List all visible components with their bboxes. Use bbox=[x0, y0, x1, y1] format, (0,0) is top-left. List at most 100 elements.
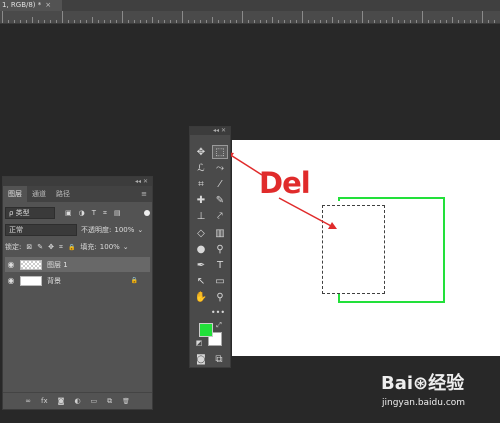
crop-tool-icon[interactable]: ⌗ bbox=[193, 177, 209, 191]
ruler-tick bbox=[218, 20, 219, 23]
stamp-tool-icon[interactable]: ⊥ bbox=[193, 210, 209, 224]
new-layer-icon[interactable]: ⧉ bbox=[107, 397, 112, 406]
move-tool-icon[interactable]: ✥ bbox=[193, 145, 209, 159]
ruler-tick bbox=[110, 20, 111, 23]
panel-menu-icon[interactable]: ≡ bbox=[136, 186, 152, 202]
ruler-tick bbox=[32, 17, 33, 23]
blur-tool-icon[interactable]: ● bbox=[193, 242, 209, 256]
zoom-tool-icon[interactable]: ⚲ bbox=[212, 291, 228, 305]
link-layers-icon[interactable]: ∞ bbox=[25, 397, 31, 405]
selection-marquee[interactable] bbox=[322, 205, 385, 294]
layer-name[interactable]: 图层 1 bbox=[47, 260, 68, 270]
marquee-tool-icon[interactable]: ⬚ bbox=[212, 145, 228, 159]
ruler-tick bbox=[80, 20, 81, 23]
lock-label: 锁定: bbox=[5, 243, 22, 251]
eraser-tool-icon[interactable]: ◇ bbox=[193, 226, 209, 240]
ruler-tick bbox=[410, 20, 411, 23]
ruler-tick bbox=[350, 20, 351, 23]
shape-tool-icon[interactable]: ▭ bbox=[212, 275, 228, 289]
layers-panel: ◂◂ ✕ 图层 通道 路径 ≡ ρ 类型 ▣ ◑ T ⌗ ▤ 正常 不透明度: … bbox=[2, 176, 153, 410]
lock-image-icon[interactable]: ✎ bbox=[37, 243, 43, 251]
new-group-icon[interactable]: ▭ bbox=[91, 397, 98, 405]
ruler-tick bbox=[122, 11, 123, 23]
ruler-tick bbox=[200, 20, 201, 23]
lock-position-icon[interactable]: ✥ bbox=[48, 243, 54, 251]
lasso-tool-icon[interactable]: ℒ bbox=[193, 161, 209, 175]
horizontal-ruler bbox=[0, 11, 500, 24]
fill-value[interactable]: 100% bbox=[100, 243, 120, 251]
adjustment-layer-icon[interactable]: ◐ bbox=[74, 397, 80, 405]
ruler-tick bbox=[488, 20, 489, 23]
tab-paths[interactable]: 路径 bbox=[51, 186, 75, 202]
del-key-annotation: Del bbox=[259, 166, 311, 200]
ruler-tick bbox=[404, 20, 405, 23]
ruler-tick bbox=[38, 20, 39, 23]
screen-mode-icon[interactable]: ⧉ bbox=[211, 352, 227, 366]
visibility-eye-icon[interactable]: ◉ bbox=[5, 276, 17, 285]
layer-name[interactable]: 背景 bbox=[47, 276, 61, 286]
history-brush-tool-icon[interactable]: ⤤ bbox=[212, 210, 228, 224]
ruler-tick bbox=[104, 20, 105, 23]
visibility-eye-icon[interactable]: ◉ bbox=[5, 260, 17, 269]
filter-shape-icon[interactable]: ⌗ bbox=[103, 209, 107, 218]
ruler-tick bbox=[476, 20, 477, 23]
layer-row[interactable]: ◉ 图层 1 bbox=[5, 257, 150, 272]
opacity-dropdown-icon[interactable]: ⌄ bbox=[137, 226, 143, 234]
layer-row[interactable]: ◉ 背景 🔒 bbox=[5, 273, 150, 288]
path-select-tool-icon[interactable]: ↖ bbox=[193, 275, 209, 289]
layer-thumbnail bbox=[20, 259, 42, 270]
more-tools-icon[interactable]: ••• bbox=[210, 305, 226, 319]
hand-tool-icon[interactable]: ✋ bbox=[193, 291, 209, 305]
ruler-tick bbox=[446, 20, 447, 23]
lock-all-icon[interactable]: 🔒 bbox=[68, 244, 75, 251]
foreground-color-swatch[interactable] bbox=[199, 323, 213, 337]
delete-layer-icon[interactable]: 🗑 bbox=[122, 398, 130, 405]
ruler-tick bbox=[434, 20, 435, 23]
quick-select-tool-icon[interactable]: ⤳ bbox=[212, 161, 228, 175]
add-mask-icon[interactable]: ◙ bbox=[58, 397, 65, 405]
fill-dropdown-icon[interactable]: ⌄ bbox=[123, 243, 129, 251]
filter-smart-object-icon[interactable]: ▤ bbox=[114, 209, 121, 217]
lock-artboard-icon[interactable]: ⌗ bbox=[59, 243, 63, 252]
blend-mode-select[interactable]: 正常 bbox=[5, 224, 77, 236]
watermark-url: jingyan.baidu.com bbox=[382, 398, 466, 408]
ruler-tick bbox=[368, 20, 369, 23]
filter-type-icon[interactable]: T bbox=[92, 209, 96, 217]
ruler-tick bbox=[494, 20, 495, 23]
baidu-jingyan-logo: Bai⊛经验 bbox=[381, 373, 465, 394]
filter-pixel-icon[interactable]: ▣ bbox=[65, 209, 72, 217]
ruler-tick bbox=[206, 20, 207, 23]
ruler-tick bbox=[356, 20, 357, 23]
lock-fill-row: 锁定: ⊠ ✎ ✥ ⌗ 🔒 填充: 100% ⌄ bbox=[5, 240, 150, 254]
tab-layers[interactable]: 图层 bbox=[3, 186, 27, 202]
healing-tool-icon[interactable]: ✚ bbox=[193, 194, 209, 208]
ruler-tick bbox=[164, 20, 165, 23]
ruler-tick bbox=[230, 20, 231, 23]
pen-tool-icon[interactable]: ✒ bbox=[193, 258, 209, 272]
filter-adjustment-icon[interactable]: ◑ bbox=[79, 209, 85, 217]
opacity-label: 不透明度: bbox=[81, 226, 112, 234]
quick-mask-icon[interactable]: ◙ bbox=[193, 352, 209, 366]
swap-colors-icon[interactable]: ⤢ bbox=[214, 320, 224, 330]
tools-panel-header[interactable]: ◂◂ ✕ bbox=[190, 127, 230, 135]
dodge-tool-icon[interactable]: ⚲ bbox=[212, 242, 228, 256]
layer-thumbnail bbox=[20, 275, 42, 286]
type-tool-icon[interactable]: T bbox=[212, 258, 228, 272]
brush-tool-icon[interactable]: ✎ bbox=[212, 194, 228, 208]
tab-channels[interactable]: 通道 bbox=[27, 186, 51, 202]
ruler-tick bbox=[380, 20, 381, 23]
opacity-value[interactable]: 100% bbox=[114, 226, 134, 234]
ruler-tick bbox=[182, 11, 183, 23]
eyedropper-tool-icon[interactable]: ⁄ bbox=[212, 177, 228, 191]
layer-style-icon[interactable]: fx bbox=[41, 397, 48, 405]
gradient-tool-icon[interactable]: ▥ bbox=[212, 226, 228, 240]
close-icon[interactable]: × bbox=[45, 1, 51, 9]
default-colors-icon[interactable]: ◩ bbox=[194, 338, 204, 348]
lock-transparent-icon[interactable]: ⊠ bbox=[26, 243, 32, 251]
document-tab[interactable]: 1, RGB/8) * × bbox=[0, 0, 62, 11]
ruler-tick bbox=[56, 20, 57, 23]
layer-filter-select[interactable]: ρ 类型 bbox=[5, 207, 55, 219]
ruler-tick bbox=[260, 20, 261, 23]
filter-toggle-icon[interactable] bbox=[144, 210, 150, 216]
layers-panel-header[interactable]: ◂◂ ✕ bbox=[3, 177, 152, 186]
